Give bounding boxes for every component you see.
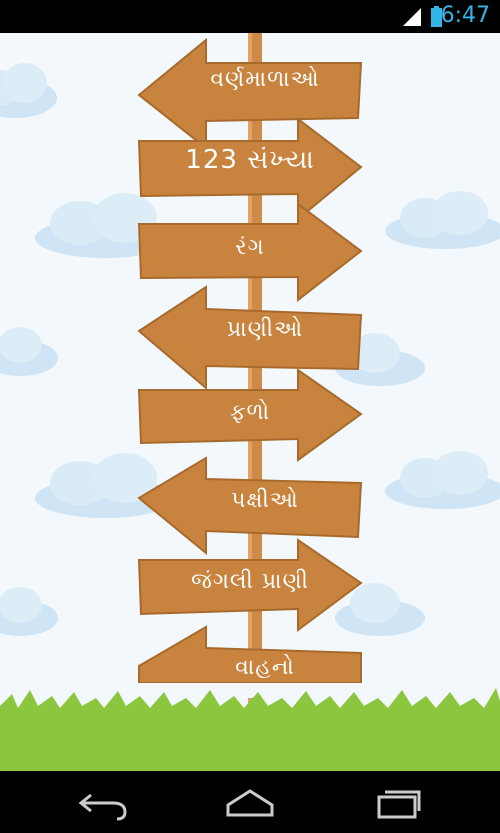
grass: [0, 688, 500, 771]
sign-label[interactable]: 123 સંખ્યા: [160, 145, 340, 176]
sign-label[interactable]: પક્ષીઓ: [180, 488, 350, 513]
recent-apps-icon[interactable]: [367, 785, 427, 821]
navigation-bar: [0, 771, 500, 833]
sign-label[interactable]: પ્રાણીઓ: [180, 317, 350, 342]
sign-label[interactable]: જંગલી પ્રાણી: [155, 569, 345, 594]
home-icon[interactable]: [220, 785, 280, 821]
sign-label[interactable]: વર્ણમાળાઓ: [180, 67, 350, 92]
sign-label[interactable]: રંગ: [160, 235, 340, 260]
sign-label[interactable]: ફળો: [160, 400, 340, 425]
status-time: 6:47: [440, 3, 490, 28]
back-icon[interactable]: [73, 785, 133, 821]
status-bar: 6:47: [0, 0, 500, 33]
app-content: વર્ણમાળાઓ 123 સંખ્યા રંગ પ્રાણીઓ ફળો પક્…: [0, 33, 500, 771]
signal-icon: [403, 8, 421, 26]
